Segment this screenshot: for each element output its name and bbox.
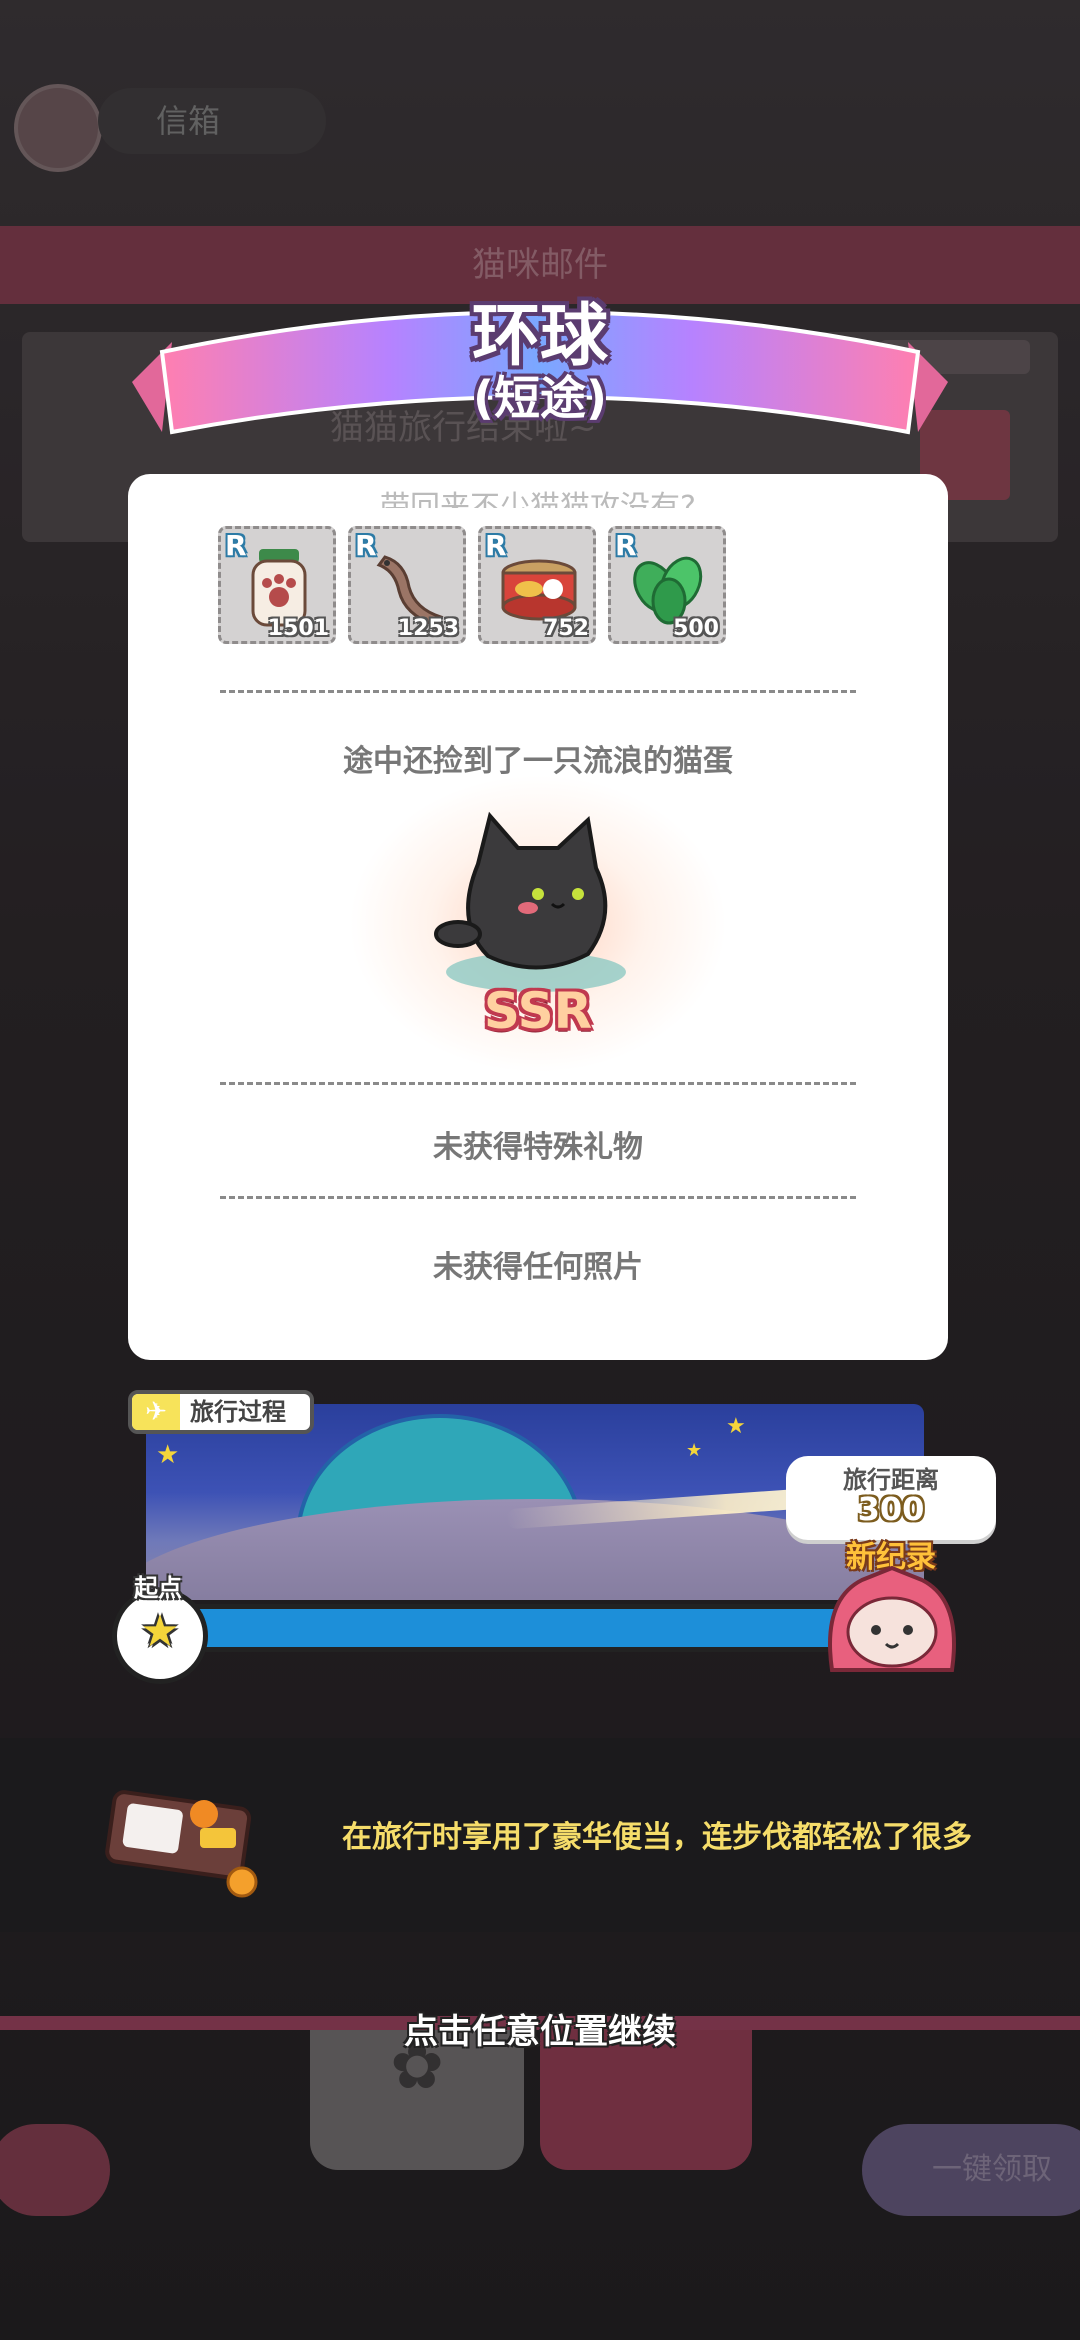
- reward-item[interactable]: R 1501: [218, 526, 336, 644]
- item-quantity: 752: [543, 616, 589, 641]
- item-quantity: 1501: [267, 616, 329, 641]
- traveler-cat-icon: [828, 1565, 956, 1672]
- plane-icon: ✈: [132, 1394, 180, 1430]
- reward-item[interactable]: R 752: [478, 526, 596, 644]
- start-label: 起点: [134, 1574, 182, 1602]
- reward-item[interactable]: R 500: [608, 526, 726, 644]
- divider: [220, 690, 856, 693]
- title-sub: (短途): [472, 371, 608, 425]
- reward-item[interactable]: R 1253: [348, 526, 466, 644]
- divider: [220, 1196, 856, 1199]
- item-quantity: 1253: [397, 616, 459, 641]
- continue-hint[interactable]: 点击任意位置继续: [0, 2004, 1080, 2053]
- black-cat-icon: [434, 811, 626, 992]
- egg-rarity: SSR: [483, 982, 593, 1040]
- rarity-badge: R: [225, 529, 247, 562]
- faded-line: 带回来不少猫猫攻没有?: [380, 490, 696, 508]
- item-quantity: 500: [673, 616, 719, 641]
- divider: [220, 1082, 856, 1085]
- star-icon: ★: [726, 1414, 746, 1439]
- star-icon: ★: [156, 1440, 180, 1470]
- rarity-badge: R: [615, 529, 637, 562]
- rarity-badge: R: [355, 529, 377, 562]
- result-card: 带回来不少猫猫攻没有? R 1501 R 1253 R 752 R 500 途中…: [128, 474, 948, 1360]
- rarity-badge: R: [485, 529, 507, 562]
- reward-items: R 1501 R 1253 R 752 R 500: [218, 526, 726, 644]
- star-icon: ★: [686, 1440, 703, 1461]
- distance-value: 300: [857, 1490, 925, 1528]
- no-photo-text: 未获得任何照片: [433, 1250, 643, 1285]
- bento-message: 在旅行时享用了豪华便当，连步伐都轻松了很多: [342, 1820, 972, 1855]
- progress-track: [160, 1604, 910, 1652]
- bento-box-icon: [105, 1790, 258, 1898]
- no-gift-text: 未获得特殊礼物: [433, 1130, 643, 1165]
